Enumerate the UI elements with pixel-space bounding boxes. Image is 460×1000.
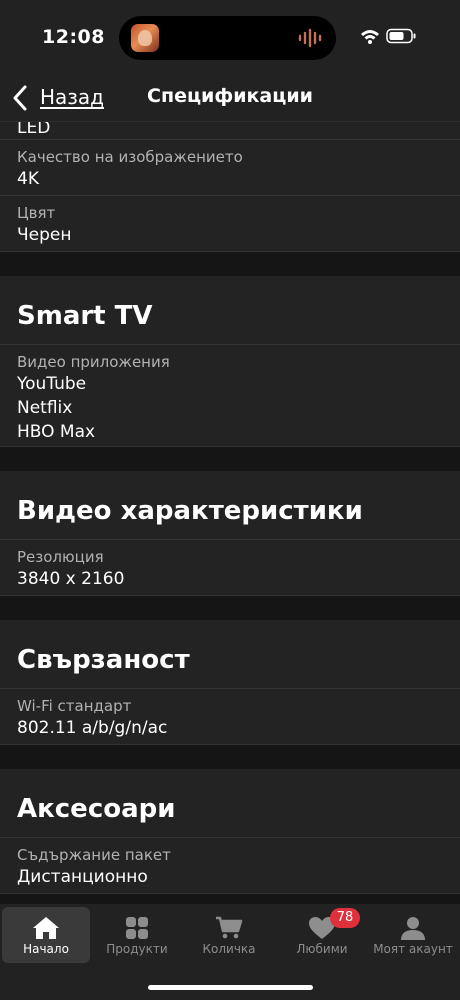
spec-label: Качество на изображението: [17, 148, 243, 166]
navigation-bar: Назад Спецификации: [0, 76, 460, 122]
home-icon: [33, 917, 59, 939]
section-divider: [0, 745, 460, 769]
spec-label: Цвят: [17, 204, 56, 222]
home-indicator[interactable]: [148, 985, 313, 990]
spec-row: Резолюция 3840 x 2160: [0, 540, 460, 596]
cart-icon: [216, 916, 243, 939]
section-title: Видео характеристики: [0, 471, 460, 540]
tab-products[interactable]: Продукти: [93, 907, 181, 963]
battery-icon: [386, 28, 416, 44]
spec-label: Wi-Fi стандарт: [17, 697, 132, 715]
wifi-icon: [361, 30, 379, 44]
spec-value: Черен: [17, 225, 72, 245]
spec-row: Съдържание пакет Дистанционно: [0, 838, 460, 894]
page-title: Спецификации: [147, 85, 313, 107]
section-divider: [0, 596, 460, 620]
spec-value: Netflix: [17, 398, 73, 418]
status-bar: 12:08: [0, 0, 460, 76]
section-title: Свързаност: [0, 620, 460, 689]
section-divider: [0, 447, 460, 471]
status-time: 12:08: [42, 26, 105, 48]
spec-label: Видео приложения: [17, 353, 170, 371]
section-title: Аксесоари: [0, 769, 460, 838]
tab-label: Начало: [23, 942, 69, 956]
now-playing-app-icon: [131, 24, 159, 52]
spec-row: Качество на изображението 4K: [0, 140, 460, 196]
spec-value: Дистанционно: [17, 867, 148, 887]
spec-value: 802.11 a/b/g/n/ac: [17, 718, 168, 738]
specifications-list[interactable]: LED Качество на изображението 4K Цвят Че…: [0, 122, 460, 904]
spec-row: LED: [0, 122, 460, 140]
spec-value: 3840 x 2160: [17, 569, 125, 589]
spec-label: Съдържание пакет: [17, 846, 171, 864]
spec-section-smart-tv: Smart TV Видео приложения YouTube Netfli…: [0, 276, 460, 447]
tab-cart[interactable]: Количка: [185, 907, 273, 963]
spec-row: Wi-Fi стандарт 802.11 a/b/g/n/ac: [0, 689, 460, 745]
spec-value: YouTube: [17, 374, 87, 394]
spec-value: 4K: [17, 169, 39, 189]
tab-label: Моят акаунт: [373, 942, 453, 956]
spec-value: HBO Max: [17, 422, 96, 442]
favorites-count-badge: 78: [330, 908, 360, 928]
tab-label: Количка: [202, 942, 256, 956]
tab-label: Любими: [296, 942, 348, 956]
spec-section-general: LED Качество на изображението 4K Цвят Че…: [0, 122, 460, 252]
spec-row: Видео приложения YouTube Netflix HBO Max: [0, 345, 460, 447]
person-icon: [401, 917, 425, 940]
tab-home[interactable]: Начало: [2, 907, 90, 963]
section-divider: [0, 252, 460, 276]
spec-row: Цвят Черен: [0, 196, 460, 252]
spec-value: LED: [17, 122, 51, 138]
grid-icon: [126, 917, 148, 939]
tab-account[interactable]: Моят акаунт: [369, 907, 457, 963]
section-title: Smart TV: [0, 276, 460, 345]
audio-wave-icon: [298, 28, 322, 48]
spec-section-accessories: Аксесоари Съдържание пакет Дистанционно: [0, 769, 460, 894]
tab-label: Продукти: [106, 942, 168, 956]
spec-label: Резолюция: [17, 548, 104, 566]
dynamic-island[interactable]: [119, 16, 336, 60]
spec-section-video: Видео характеристики Резолюция 3840 x 21…: [0, 471, 460, 596]
spec-section-connectivity: Свързаност Wi-Fi стандарт 802.11 a/b/g/n…: [0, 620, 460, 745]
